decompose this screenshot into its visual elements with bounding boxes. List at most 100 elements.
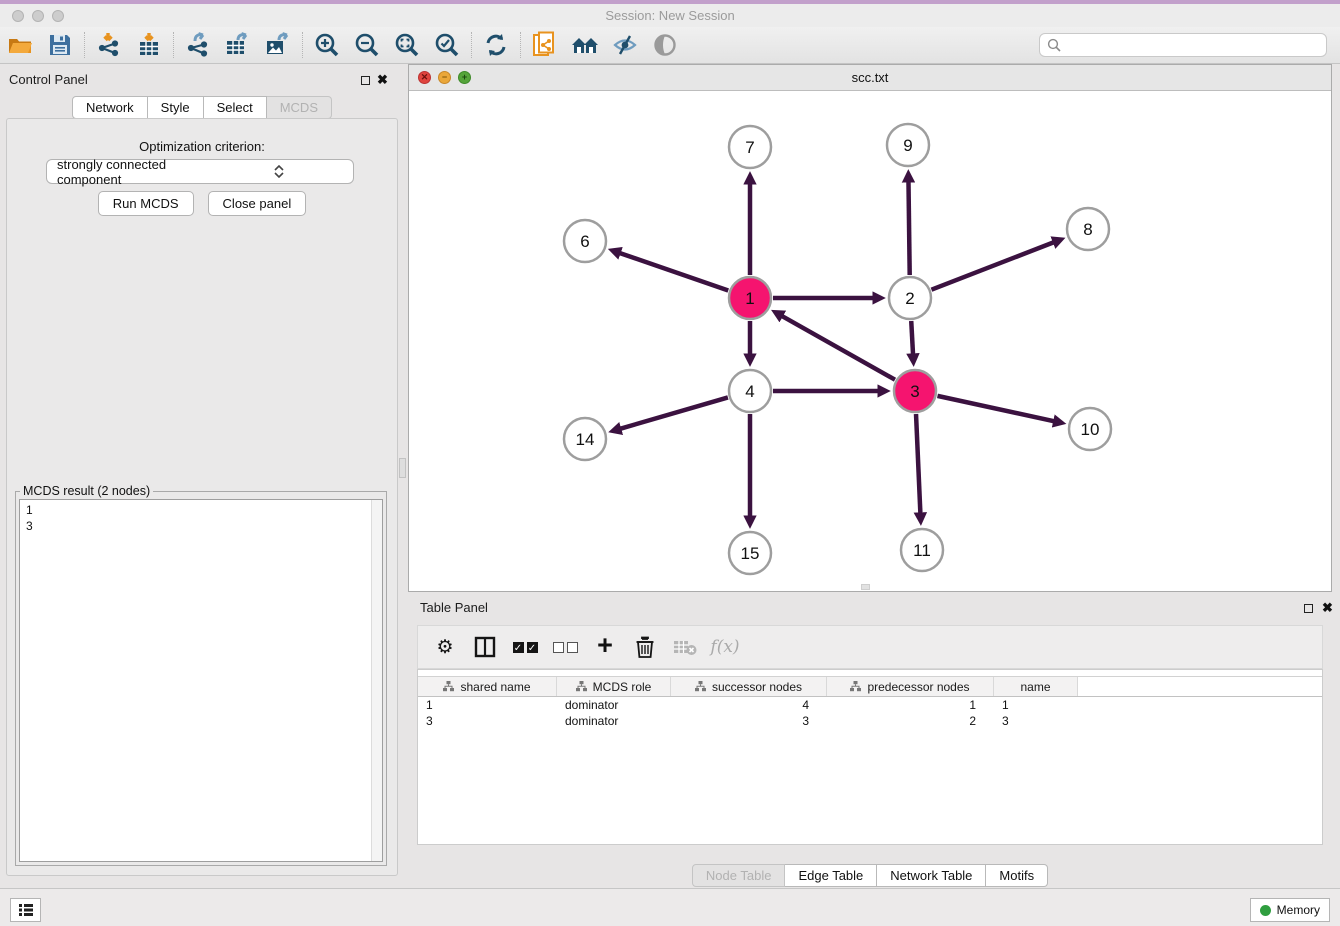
unselect-all-columns-button[interactable] (550, 632, 580, 662)
unchecked-boxes-icon (553, 642, 578, 653)
tree-icon (850, 681, 861, 692)
new-network-from-selection-button[interactable] (525, 29, 565, 61)
function-builder-button[interactable]: f(x) (710, 632, 740, 662)
float-panel-icon[interactable] (361, 76, 370, 85)
zoom-selected-button[interactable] (427, 29, 467, 61)
os-titlebar: Session: New Session (0, 4, 1340, 27)
table-cell[interactable]: dominator (557, 713, 671, 729)
control-panel-tabs: Network Style Select MCDS (0, 96, 404, 119)
tab-motifs[interactable]: Motifs (986, 864, 1048, 887)
tab-network-table[interactable]: Network Table (877, 864, 986, 887)
table-cell[interactable]: 1 (418, 697, 557, 713)
graph-edge[interactable] (911, 321, 913, 354)
show-panels-button[interactable] (10, 898, 41, 922)
column-header[interactable]: shared name (418, 677, 557, 696)
control-panel-title: Control Panel (9, 72, 88, 87)
zoom-selected-icon (434, 32, 460, 58)
run-mcds-button[interactable]: Run MCDS (98, 191, 194, 216)
graph-edge[interactable] (937, 396, 1053, 421)
network-canvas[interactable]: 7968124314101511 (409, 91, 1331, 591)
optimization-criterion-label: Optimization criterion: (7, 139, 397, 154)
export-network-button[interactable] (178, 29, 218, 61)
close-table-panel-icon[interactable]: ✖ (1322, 600, 1333, 616)
tree-icon (443, 681, 454, 692)
delete-column-button[interactable] (630, 632, 660, 662)
table-cell[interactable]: dominator (557, 697, 671, 713)
tab-node-table[interactable]: Node Table (692, 864, 786, 887)
column-header[interactable]: successor nodes (671, 677, 827, 696)
search-field[interactable] (1039, 33, 1327, 57)
export-table-button[interactable] (218, 29, 258, 61)
table-row[interactable]: 3dominator323 (418, 713, 1322, 729)
memory-button[interactable]: Memory (1250, 898, 1330, 922)
graph-edges (620, 182, 1054, 516)
table-panel-header: Table Panel ✖ (408, 596, 1332, 620)
select-all-columns-button[interactable]: ✓✓ (510, 632, 540, 662)
zoom-in-button[interactable] (307, 29, 347, 61)
show-columns-button[interactable] (470, 632, 500, 662)
graph-node-label: 6 (580, 232, 589, 251)
table-cell[interactable]: 2 (827, 713, 994, 729)
graph-edge[interactable] (621, 397, 728, 428)
hide-selected-button[interactable] (605, 29, 645, 61)
graph-node-label: 4 (745, 382, 754, 401)
close-panel-icon[interactable]: ✖ (377, 72, 388, 88)
float-table-panel-icon[interactable] (1304, 604, 1313, 613)
dropdown-stepper-icon (198, 165, 349, 178)
graph-edge[interactable] (931, 242, 1053, 289)
mcds-result-textarea[interactable]: 1 3 (19, 499, 383, 862)
table-cell[interactable]: 1 (994, 697, 1078, 713)
canvas-splitter-grip[interactable] (861, 584, 870, 590)
export-image-button[interactable] (258, 29, 298, 61)
import-network-icon (96, 32, 122, 58)
first-neighbors-button[interactable] (565, 29, 605, 61)
table-cell[interactable]: 3 (418, 713, 557, 729)
graph-edge[interactable] (782, 316, 895, 380)
vertical-splitter-grip[interactable] (399, 458, 406, 478)
apply-layout-button[interactable] (476, 29, 516, 61)
mcds-result-group: MCDS result (2 nodes) 1 3 (15, 491, 387, 866)
zoom-fit-button[interactable] (387, 29, 427, 61)
row-filler (1078, 713, 1322, 729)
import-table-button[interactable] (129, 29, 169, 61)
refresh-icon (484, 33, 508, 57)
column-header[interactable]: MCDS role (557, 677, 671, 696)
tab-style[interactable]: Style (148, 96, 204, 119)
column-header[interactable]: name (994, 677, 1078, 696)
save-session-button[interactable] (40, 29, 80, 61)
table-panel-tabs: Node Table Edge Table Network Table Moti… (408, 864, 1332, 887)
zoom-out-icon (354, 32, 380, 58)
tab-edge-table[interactable]: Edge Table (785, 864, 877, 887)
tab-network[interactable]: Network (72, 96, 148, 119)
network-window-titlebar: ✕ − + scc.txt (409, 65, 1331, 91)
open-file-button[interactable] (0, 29, 40, 61)
criterion-dropdown[interactable]: strongly connected component (46, 159, 354, 184)
result-scrollbar[interactable] (371, 500, 382, 861)
zoom-in-icon (314, 32, 340, 58)
tab-mcds[interactable]: MCDS (267, 96, 332, 119)
search-input[interactable] (1061, 34, 1326, 56)
graph-edge[interactable] (620, 253, 728, 290)
graph-edge[interactable] (908, 182, 909, 275)
import-network-button[interactable] (89, 29, 129, 61)
add-column-button[interactable]: + (590, 632, 620, 662)
graph-node-label: 9 (903, 136, 912, 155)
table-row[interactable]: 1dominator411 (418, 697, 1322, 713)
gear-icon: ⚙ (436, 636, 453, 659)
table-cell[interactable]: 3 (994, 713, 1078, 729)
delete-table-button[interactable] (670, 632, 700, 662)
table-cell[interactable]: 4 (671, 697, 827, 713)
table-cell[interactable]: 1 (827, 697, 994, 713)
show-all-button[interactable] (645, 29, 685, 61)
close-panel-button[interactable]: Close panel (208, 191, 307, 216)
table-settings-button[interactable]: ⚙ (430, 632, 460, 662)
tree-icon (576, 681, 587, 692)
tab-select[interactable]: Select (204, 96, 267, 119)
criterion-value: strongly connected component (47, 157, 198, 187)
column-header[interactable]: predecessor nodes (827, 677, 994, 696)
table-cell[interactable]: 3 (671, 713, 827, 729)
zoom-out-button[interactable] (347, 29, 387, 61)
application-window: Session: New Session (0, 0, 1340, 926)
graph-edge[interactable] (916, 414, 920, 513)
tree-icon (695, 681, 706, 692)
